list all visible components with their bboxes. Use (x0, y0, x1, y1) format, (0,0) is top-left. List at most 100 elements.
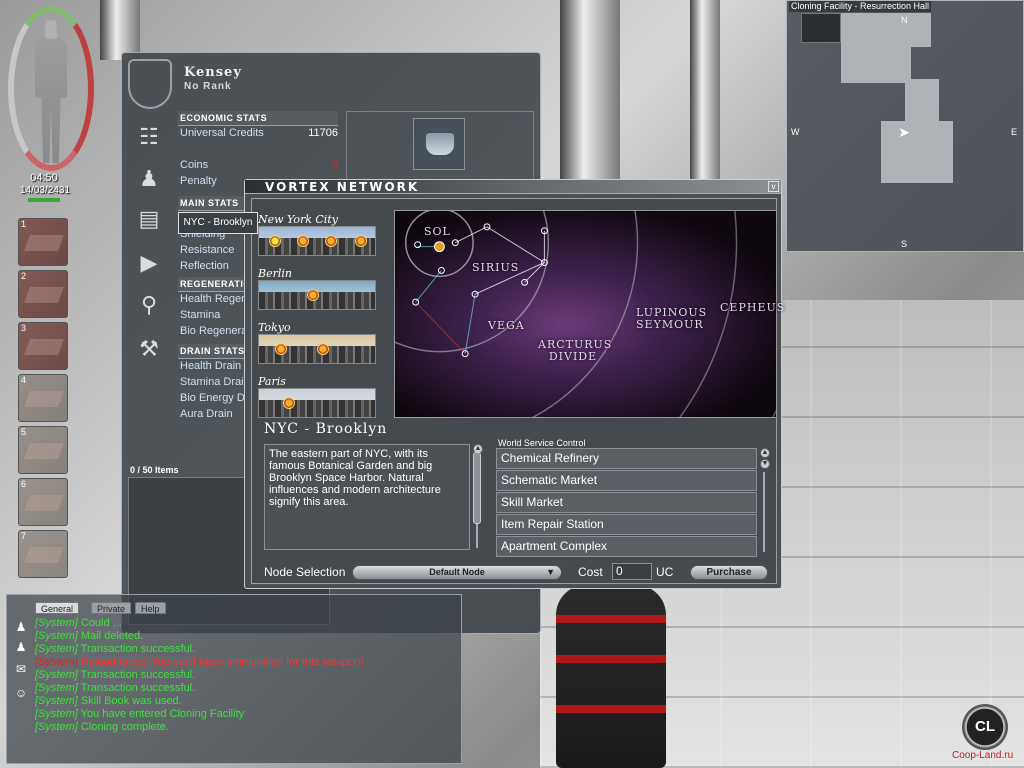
vortex-node-icon[interactable] (297, 235, 309, 247)
coins-row: Coins 0 (178, 158, 338, 174)
vortex-node-icon[interactable] (283, 397, 295, 409)
chat-text: Transaction successful. (77, 682, 196, 694)
watermark-site: Coop-Land.ru (952, 750, 1014, 761)
slot-number: 4 (21, 375, 27, 385)
star-map[interactable] (394, 210, 777, 418)
chat-text: Transaction successful. (77, 643, 196, 655)
chat-text: Reload failed: You don't have ammunition… (77, 656, 364, 668)
service-item[interactable]: Chemical Refinery (496, 448, 757, 469)
city-entry[interactable]: New York City (258, 213, 376, 256)
chat-tag: [System] (35, 643, 78, 655)
city-thumbnail[interactable] (258, 334, 376, 364)
city-thumbnail[interactable] (258, 280, 376, 310)
cost-unit: UC (656, 565, 674, 579)
cost-field[interactable]: 0 (612, 563, 652, 580)
coins-value: 0 (331, 159, 338, 171)
person-icon[interactable]: ☺ (13, 685, 29, 701)
group-chat-icon[interactable]: ♟ (13, 639, 29, 655)
character-name: Kensey (184, 65, 242, 80)
location-title: NYC - Brooklyn (264, 421, 388, 437)
scroll-thumb[interactable] (473, 452, 481, 524)
chat-line: [System] Transaction successful. (35, 669, 461, 682)
scroll-down-icon[interactable]: ▼ (760, 459, 770, 469)
chat-line: [System] You have entered Cloning Facili… (35, 708, 461, 721)
map-label-vega: VEGA (488, 319, 525, 332)
quickbar-slot[interactable]: 5 (18, 426, 68, 474)
chat-tab[interactable]: Help (135, 602, 166, 614)
city-name: Paris (258, 375, 286, 388)
chat-text: Cloning complete. (77, 721, 169, 733)
speech-icon[interactable]: ✉ (13, 661, 29, 677)
vortex-node-icon[interactable] (269, 235, 281, 247)
chat-tag: [System] (35, 695, 78, 707)
minimap-title: Cloning Facility - Resurrection Hall (789, 1, 932, 12)
wrench-icon[interactable]: ⚒ (134, 335, 164, 363)
world-service-control-label: World Service Control (498, 438, 586, 448)
quickbar-slot[interactable]: 3 (18, 322, 68, 370)
people-icon[interactable]: ♟ (13, 619, 29, 635)
vortex-titlebar[interactable]: VORTEX NETWORK v (245, 180, 781, 194)
chat-tab[interactable]: Private (91, 602, 132, 614)
magnifier-icon[interactable]: ⚲ (134, 291, 164, 319)
game-time: 04:50 (30, 172, 58, 184)
location-description: The eastern part of NYC, with its famous… (264, 444, 470, 550)
quickbar-slot[interactable]: 2 (18, 270, 68, 318)
weapon-icon (24, 287, 64, 303)
credits-label: Universal Credits (180, 127, 264, 139)
vortex-node-icon[interactable] (325, 235, 337, 247)
player-position-icon: ➤ (898, 124, 910, 140)
service-item[interactable]: Apartment Complex (496, 536, 757, 557)
vortex-node-icon[interactable] (307, 289, 319, 301)
chat-window: General Private Help ♟ ♟ ✉ ☺ [System] Coul… (6, 594, 462, 764)
drain-stat-label: Stamina Drain (180, 376, 250, 388)
cost-label: Cost (578, 565, 603, 579)
service-item[interactable]: Item Repair Station (496, 514, 757, 535)
credits-row: Universal Credits 11706 (178, 126, 338, 142)
collapse-icon[interactable]: v (768, 181, 779, 192)
city-thumbnail[interactable] (258, 388, 376, 418)
background-pillar (100, 0, 140, 60)
vortex-node-icon[interactable] (317, 343, 329, 355)
city-name: Tokyo (258, 321, 291, 334)
map-label-arcturus: ARCTURUS DIVIDE (538, 338, 613, 363)
service-item[interactable]: Skill Market (496, 492, 757, 513)
chat-tab[interactable]: General (35, 602, 80, 614)
chat-text: Could ... (77, 617, 122, 629)
armor-icon (24, 547, 64, 563)
vortex-node-icon[interactable] (355, 235, 367, 247)
vortex-node-icon[interactable] (275, 343, 287, 355)
description-scrollbar[interactable]: ▲ (473, 444, 483, 550)
orbit-ring (531, 211, 639, 417)
body-status-hud (8, 6, 94, 171)
service-item[interactable]: Schematic Market (496, 470, 757, 491)
flag-icon[interactable]: ▶ (134, 249, 164, 277)
purchase-button[interactable]: Purchase (690, 565, 768, 580)
character-rank: No Rank (184, 81, 232, 92)
hat-icon (426, 133, 454, 155)
city-entry[interactable]: Tokyo (258, 321, 376, 364)
chat-line: [System] Mail deleted. (35, 630, 461, 643)
scroll-up-icon[interactable]: ▲ (760, 448, 770, 458)
service-scrollbar[interactable]: ▲ ▼ (760, 448, 770, 556)
chevron-down-icon: ▼ (546, 567, 555, 577)
penalty-label: Penalty (180, 175, 217, 187)
node-selection-dropdown[interactable]: Default Node ▼ (352, 565, 562, 580)
book-icon[interactable]: ▤ (134, 205, 164, 233)
quickbar-slot[interactable]: 1 (18, 218, 68, 266)
quickbar-slot[interactable]: 4 (18, 374, 68, 422)
regen-stat-label: Health Regene (180, 293, 254, 305)
game-date: 14/03/2431 (19, 185, 71, 196)
head-equipment-slot[interactable] (413, 118, 465, 170)
city-entry[interactable]: Paris (258, 375, 376, 418)
compass-west: W (791, 127, 800, 137)
chat-log: [System] Could ... [System] Mail deleted.… (35, 617, 461, 734)
hierarchy-icon[interactable]: ☷ (134, 123, 164, 151)
city-entry[interactable]: Berlin (258, 267, 376, 310)
group-icon[interactable]: ♟ (134, 165, 164, 193)
rank-shield-icon (128, 59, 172, 109)
quickbar-slot[interactable]: 7 (18, 530, 68, 578)
quickbar-slot[interactable]: 6 (18, 478, 68, 526)
city-thumbnail[interactable] (258, 226, 376, 256)
chat-line: [System] Reload failed: You don't have a… (35, 656, 461, 669)
armor-icon (24, 495, 64, 511)
